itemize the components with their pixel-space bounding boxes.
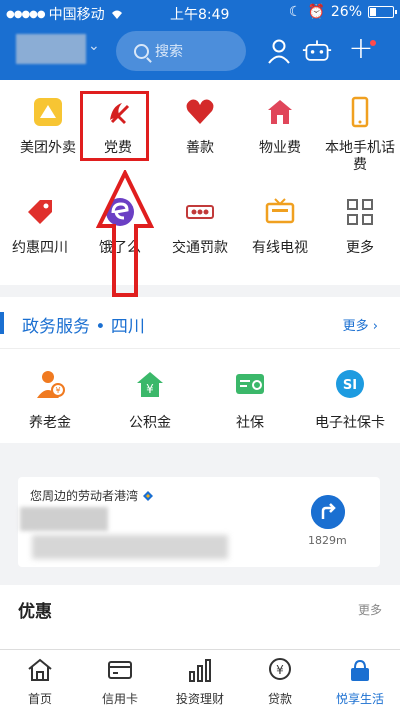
service-phone-bill[interactable]: 本地手机话费	[320, 96, 400, 174]
bottom-tab-bar: 首页 信用卡 投资理财 ¥ 贷款 悦享生活	[0, 649, 400, 710]
search-input[interactable]: 搜索	[116, 31, 246, 71]
harbor-logo-icon	[143, 490, 154, 501]
svg-text:SI: SI	[343, 378, 357, 393]
fund-icon: ¥	[137, 372, 163, 397]
life-icon	[351, 659, 369, 681]
signal-icon: ●●●●●	[6, 8, 46, 20]
loan-icon: ¥	[269, 658, 291, 680]
blurred-address	[32, 535, 228, 559]
gov-item-social-security[interactable]: 社保	[200, 368, 300, 432]
tv-icon	[265, 198, 295, 224]
annotation-highlight-box	[80, 91, 149, 161]
notification-dot	[370, 40, 376, 46]
tab-life[interactable]: 悦享生活	[320, 656, 400, 707]
phone-icon	[351, 96, 369, 128]
promo-title: 优惠	[18, 602, 52, 622]
nearby-title: 您周边的劳动者港湾	[30, 489, 139, 503]
promo-section: 优惠 更多	[0, 585, 400, 649]
service-donation[interactable]: 善款	[160, 96, 240, 157]
moon-icon: ☾	[288, 4, 302, 20]
divider	[0, 348, 400, 349]
section-accent-bar	[0, 312, 4, 334]
user-icon[interactable]	[264, 36, 294, 66]
e-card-icon: SI	[336, 370, 364, 398]
chevron-down-icon[interactable]: ⌄	[88, 38, 100, 54]
status-bar: ●●●●● 中国移动 上午8:49 ☾ ⏰ 26%	[0, 0, 400, 26]
nearby-card[interactable]: 您周边的劳动者港湾 1829m	[18, 477, 380, 567]
pension-icon: ¥	[37, 371, 65, 398]
alarm-icon: ⏰	[307, 4, 325, 20]
navigate-icon[interactable]	[311, 495, 345, 529]
gov-services-card: 政务服务 • 四川 更多 › ¥ 养老金 ¥ 公积金 社保 SI 电子社保卡	[0, 297, 400, 443]
robot-icon[interactable]	[302, 36, 332, 66]
heart-icon	[186, 99, 214, 124]
tab-credit-card[interactable]: 信用卡	[80, 656, 160, 707]
tab-home[interactable]: 首页	[0, 656, 80, 707]
search-icon	[134, 43, 149, 59]
city-selector-blurred[interactable]	[16, 34, 86, 64]
gov-item-pension[interactable]: ¥ 养老金	[0, 368, 100, 432]
credit-card-icon	[108, 661, 132, 679]
tab-investment[interactable]: 投资理财	[160, 656, 240, 707]
grid-icon	[347, 199, 373, 225]
svg-text:¥: ¥	[276, 663, 284, 677]
blurred-name	[20, 507, 108, 531]
tab-loan[interactable]: ¥ 贷款	[240, 656, 320, 707]
carrier-label: 中国移动	[48, 7, 105, 23]
service-yuehui-sichuan[interactable]: 约惠四川	[0, 196, 80, 257]
promo-more-link[interactable]: 更多	[358, 601, 382, 618]
service-cable-tv[interactable]: 有线电视	[240, 196, 320, 257]
service-property-fee[interactable]: 物业费	[240, 96, 320, 157]
traffic-icon	[186, 205, 214, 219]
nearby-distance: 1829m	[308, 534, 347, 547]
service-traffic-fine[interactable]: 交通罚款	[160, 196, 240, 257]
wifi-icon	[111, 10, 122, 19]
meituan-icon	[34, 98, 62, 126]
battery-icon	[368, 6, 397, 18]
annotation-arrow-up	[96, 170, 154, 297]
search-placeholder: 搜索	[155, 44, 183, 60]
social-security-icon	[236, 374, 264, 394]
gov-item-e-social-card[interactable]: SI 电子社保卡	[300, 368, 400, 432]
gov-title: 政务服务 • 四川	[22, 317, 145, 337]
svg-text:¥: ¥	[55, 386, 60, 395]
top-header: ●●●●● 中国移动 上午8:49 ☾ ⏰ 26% ⌄ 搜索 +	[0, 0, 400, 80]
svg-text:¥: ¥	[146, 382, 154, 396]
service-more[interactable]: 更多	[320, 196, 400, 257]
house-icon	[268, 100, 292, 124]
home-icon	[28, 658, 52, 681]
gov-item-housing-fund[interactable]: ¥ 公积金	[100, 368, 200, 432]
bar-chart-icon	[189, 659, 211, 682]
gov-more-link[interactable]: 更多 ›	[343, 315, 378, 334]
clock: 上午8:49	[170, 7, 230, 23]
tag-icon	[28, 200, 52, 224]
battery-text: 26%	[330, 4, 362, 20]
service-meituan[interactable]: 美团外卖	[8, 96, 88, 157]
